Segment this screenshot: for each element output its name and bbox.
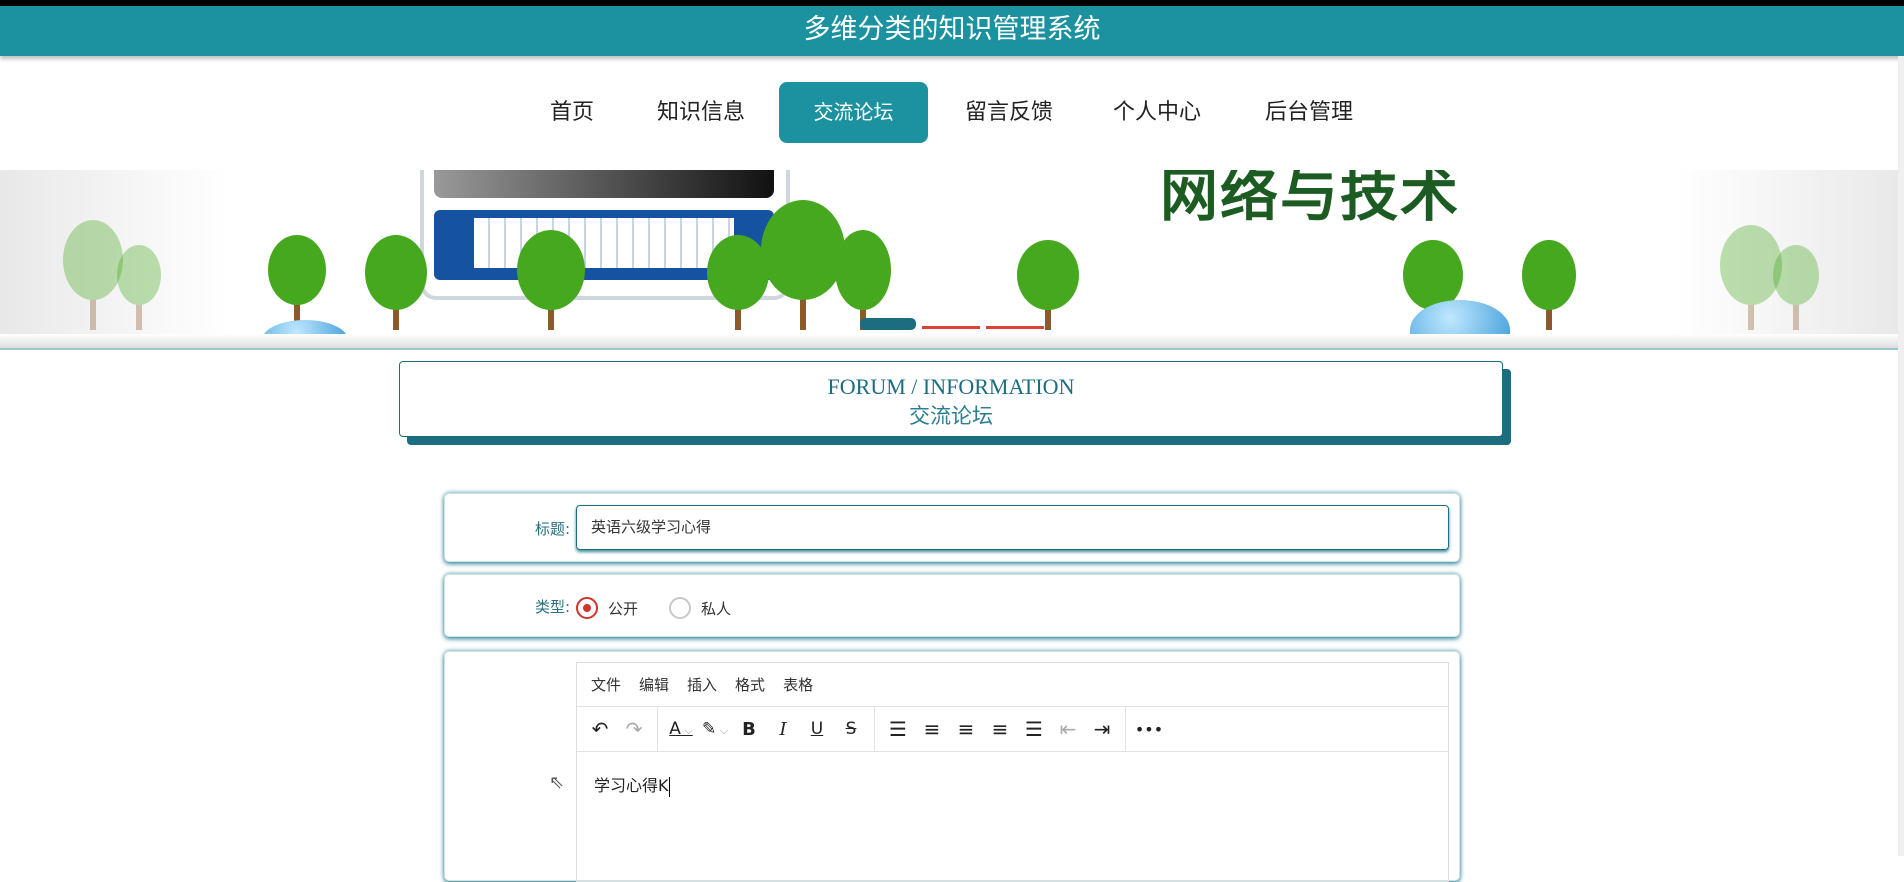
align-right-icon[interactable]: ≡ (983, 717, 1017, 741)
nav-knowledge[interactable]: 知识信息 (648, 82, 754, 143)
more-icon[interactable]: ••• (1132, 720, 1166, 739)
carousel-dot[interactable] (922, 326, 980, 329)
nav-home[interactable]: 首页 (540, 82, 604, 143)
tree-illustration (761, 200, 845, 330)
menu-file[interactable]: 文件 (591, 674, 621, 695)
editor-toolbar: ↶ ↷ A ⌵ ✎ ⌵ B I U S ☰ ≡ ≡ ≡ ☰ ⇤ ⇥ ••• (577, 707, 1448, 752)
underline-icon[interactable]: U (800, 719, 834, 739)
radio-public[interactable]: 公开 (576, 597, 638, 619)
text-caret (668, 776, 670, 797)
bold-icon[interactable]: B (732, 719, 766, 740)
menu-insert[interactable]: 插入 (687, 674, 717, 695)
editor-text: 学习心得K (594, 776, 669, 795)
menu-edit[interactable]: 编辑 (639, 674, 669, 695)
tree-illustration (1522, 240, 1576, 330)
section-title-en: FORUM / INFORMATION (827, 374, 1075, 399)
radio-private-label: 私人 (701, 599, 732, 618)
site-title: 多维分类的知识管理系统 (803, 14, 1101, 45)
redo-icon[interactable]: ↷ (617, 717, 651, 741)
radio-unchecked-icon[interactable] (669, 597, 691, 619)
editor-content[interactable]: 学习心得K (577, 752, 1448, 817)
nav-forum[interactable]: 交流论坛 (779, 82, 928, 143)
tree-illustration (365, 235, 427, 330)
type-label: 类型: (534, 598, 570, 616)
strikethrough-icon[interactable]: S (834, 719, 868, 739)
nav-admin[interactable]: 后台管理 (1256, 82, 1362, 143)
tree-illustration (1773, 245, 1819, 330)
outdent-icon[interactable]: ⇤ (1051, 717, 1085, 741)
banner-carousel[interactable]: 网络与技术 (0, 170, 1904, 350)
menu-table[interactable]: 表格 (783, 674, 813, 695)
tree-illustration (117, 245, 161, 330)
undo-icon[interactable]: ↶ (583, 717, 617, 741)
title-input[interactable]: 英语六级学习心得 (576, 505, 1449, 550)
banner-slogan: 网络与技术 (1160, 170, 1461, 229)
carousel-dot[interactable] (986, 326, 1044, 329)
tree-illustration (1017, 240, 1079, 330)
tree-illustration (63, 220, 123, 330)
indent-icon[interactable]: ⇥ (1085, 717, 1119, 741)
text-color-icon[interactable]: A ⌵ (664, 719, 698, 739)
justify-icon[interactable]: ☰ (1017, 717, 1051, 741)
radio-public-label: 公开 (608, 599, 639, 618)
tree-illustration (1720, 225, 1782, 330)
menu-format[interactable]: 格式 (735, 674, 765, 695)
carousel-indicators (860, 316, 1044, 330)
type-row: 类型: 公开 私人 (444, 574, 1460, 637)
editor-menubar: 文件 编辑 插入 格式 表格 (577, 663, 1448, 707)
align-left-icon[interactable]: ≡ (915, 717, 949, 741)
carousel-dot-active[interactable] (860, 318, 916, 330)
banner-ground (0, 334, 1904, 348)
italic-icon[interactable]: I (766, 719, 800, 740)
highlight-icon[interactable]: ✎ ⌵ (698, 719, 732, 739)
section-title-box: FORUM / INFORMATION 交流论坛 (399, 361, 1503, 437)
radio-checked-icon[interactable] (576, 597, 598, 619)
nav-feedback[interactable]: 留言反馈 (956, 82, 1062, 143)
tree-illustration (707, 235, 769, 330)
title-label: 标题: (534, 520, 570, 538)
align-center-icon[interactable]: ≡ (949, 717, 983, 741)
section-title-cn: 交流论坛 (909, 404, 993, 428)
title-row: 标题: 英语六级学习心得 (444, 493, 1460, 562)
content-row: 文件 编辑 插入 格式 表格 ↶ ↷ A ⌵ ✎ ⌵ B I U S ☰ ≡ ≡… (444, 651, 1460, 882)
nav-personal[interactable]: 个人中心 (1104, 82, 1210, 143)
scrollbar[interactable] (1898, 56, 1904, 856)
main-nav: 首页 知识信息 交流论坛 留言反馈 个人中心 后台管理 (0, 56, 1898, 170)
radio-private[interactable]: 私人 (669, 597, 731, 619)
site-header: 多维分类的知识管理系统 (0, 6, 1904, 56)
line-height-icon[interactable]: ☰ (881, 717, 915, 741)
tree-illustration (517, 230, 585, 330)
mouse-pointer-icon: ⇖ (549, 772, 565, 793)
rich-text-editor: 文件 编辑 插入 格式 表格 ↶ ↷ A ⌵ ✎ ⌵ B I U S ☰ ≡ ≡… (576, 662, 1449, 882)
